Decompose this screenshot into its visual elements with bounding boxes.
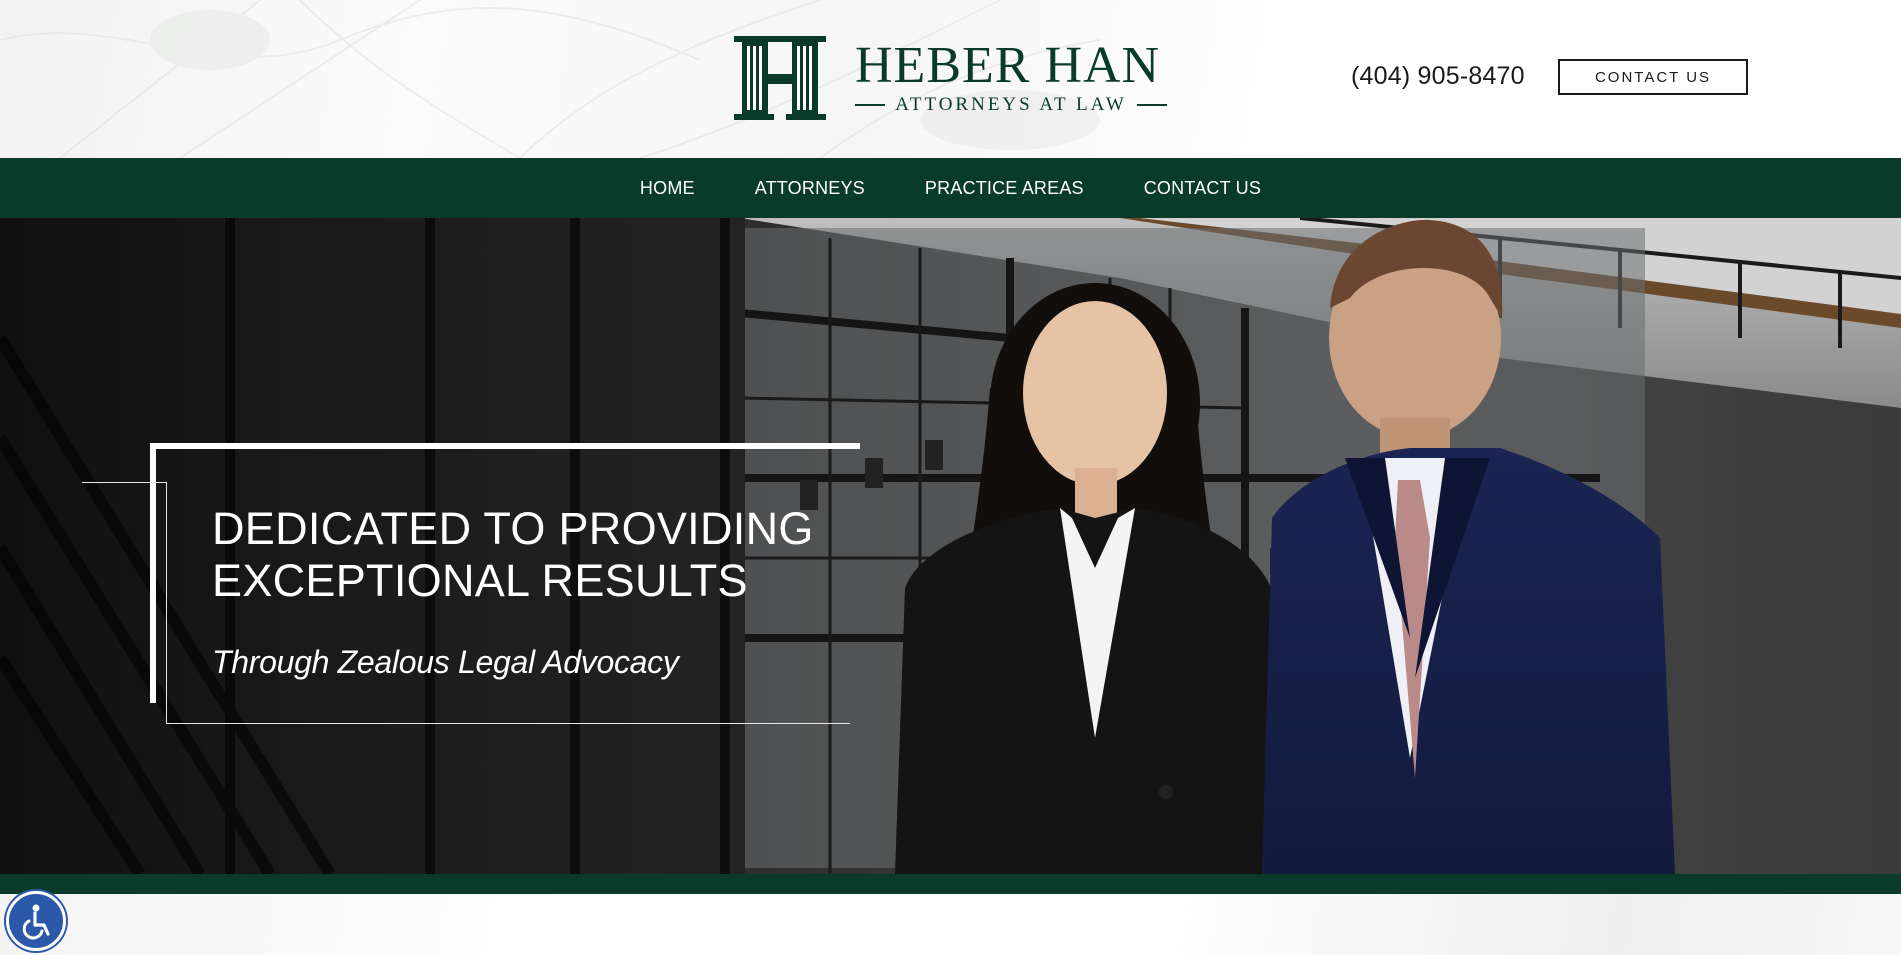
nav-item-practice-areas[interactable]: PRACTICE AREAS [925,178,1084,199]
logo-rule-left [855,104,886,106]
hero-thin-line-top [82,482,166,483]
site-header: HEBER HAN ATTORNEYS AT LAW (404) 905-847… [0,0,1901,158]
nav-item-attorneys[interactable]: ATTORNEYS [755,178,865,199]
hero-headline-line2: EXCEPTIONAL RESULTS [212,555,748,606]
hero-headline-line1: DEDICATED TO PROVIDING [212,503,814,554]
hero-bottom-band [0,874,1901,894]
wheelchair-icon [22,904,50,940]
phone-link[interactable]: (404) 905-8470 [1351,62,1525,91]
accessibility-button[interactable] [6,891,66,951]
logo-rule-right [1136,104,1167,106]
hero-subheadline: Through Zealous Legal Advocacy [212,644,679,680]
hero-frame-accent-top [150,443,860,449]
site-logo[interactable]: HEBER HAN ATTORNEYS AT LAW [730,36,1170,120]
hero-thin-line-bottom [166,723,850,724]
hero-banner: DEDICATED TO PROVIDING EXCEPTIONAL RESUL… [0,218,1901,874]
contact-us-button[interactable]: CONTACT US [1558,59,1748,95]
logo-tagline: ATTORNEYS AT LAW [895,94,1127,115]
hero-headline: DEDICATED TO PROVIDING EXCEPTIONAL RESUL… [212,503,872,607]
main-navigation: HOME ATTORNEYS PRACTICE AREAS CONTACT US [0,158,1901,218]
logo-tagline-group: ATTORNEYS AT LAW [855,94,1167,116]
hero-thin-line-left [166,482,167,723]
next-section-background [0,894,1901,955]
nav-item-home[interactable]: HOME [640,178,695,199]
logo-h-monogram-icon [734,36,826,120]
logo-firm-name: HEBER HAN [855,37,1161,94]
nav-item-contact-us[interactable]: CONTACT US [1144,178,1261,199]
